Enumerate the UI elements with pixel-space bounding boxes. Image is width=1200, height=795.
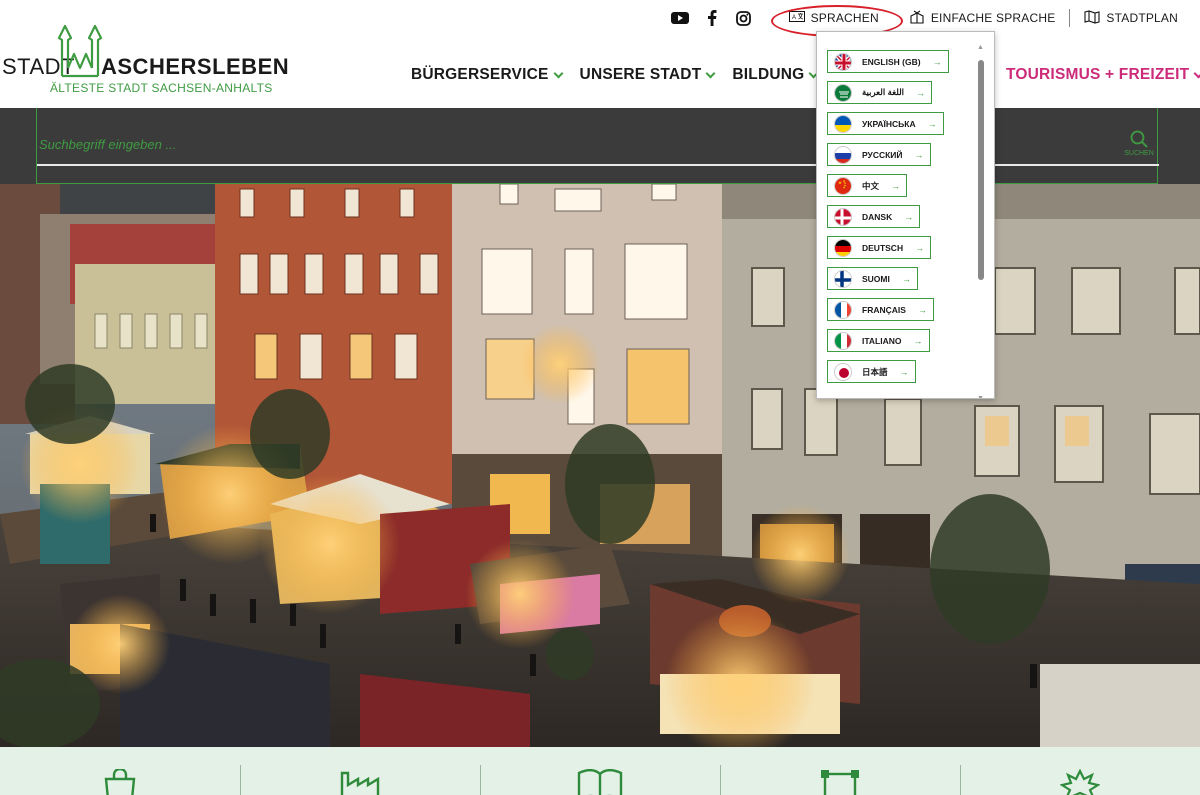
easy-language-label: EINFACHE SPRACHE (930, 11, 1056, 25)
flag-ua-icon (834, 114, 852, 133)
easy-language-icon (909, 9, 925, 28)
map-icon (1084, 9, 1100, 27)
open-book-icon (577, 769, 623, 795)
nav-unsere-stadt[interactable]: UNSERE STADT (579, 66, 716, 84)
shopping-bag-icon (104, 769, 136, 795)
instagram-icon[interactable] (735, 9, 753, 27)
scroll-up-icon[interactable]: ▲ (977, 44, 984, 51)
city-map-link[interactable]: STADTPLAN (1070, 9, 1192, 27)
flag-fi-icon (834, 269, 852, 288)
arrow-right-icon: → (904, 211, 914, 222)
flag-it-icon (834, 331, 852, 350)
language-label: ITALIANO (862, 335, 902, 346)
flag-sa-icon (834, 83, 852, 102)
hero-image (0, 184, 1200, 747)
language-list: ENGLISH (GB) → اللغة العربية → УКРАЇНСЬК… (827, 50, 977, 391)
scroll-down-icon[interactable]: ▼ (977, 395, 984, 398)
youtube-icon[interactable] (670, 9, 689, 27)
site-header: STADT ASCHERSLEBEN ÄLTESTE STADT SACHSEN… (0, 0, 1200, 108)
site-logo[interactable]: STADT ASCHERSLEBEN ÄLTESTE STADT SACHSEN… (0, 24, 289, 96)
quick-links-bar (0, 747, 1200, 795)
facebook-icon[interactable] (703, 9, 721, 27)
factory-icon (340, 771, 380, 795)
search-button-label: SUCHEN (1124, 150, 1154, 157)
arrow-right-icon: → (899, 366, 909, 377)
nav-label: BÜRGERSERVICE (411, 66, 549, 83)
language-option-english[interactable]: ENGLISH (GB) → (827, 50, 949, 73)
search-icon (1130, 130, 1148, 148)
flag-cn-icon (834, 176, 852, 195)
scrollbar-thumb[interactable] (978, 60, 984, 280)
nav-buergerservice[interactable]: BÜRGERSERVICE (411, 66, 563, 84)
language-option-arabic[interactable]: اللغة العربية → (827, 81, 933, 104)
language-dropdown: ENGLISH (GB) → اللغة العربية → УКРАЇНСЬК… (816, 31, 995, 399)
frame-icon (821, 770, 859, 795)
arrow-right-icon: → (915, 242, 925, 253)
logo-towers-icon (56, 24, 104, 80)
arrow-right-icon: → (913, 335, 923, 346)
arrow-right-icon: → (917, 304, 927, 315)
arrow-right-icon: → (891, 180, 901, 191)
language-option-ukrainian[interactable]: УКРАЇНСЬКА → (827, 112, 944, 135)
languages-button[interactable]: A SPRACHEN (770, 5, 903, 37)
language-label: РУССКИЙ (862, 149, 903, 160)
page: STADT ASCHERSLEBEN ÄLTESTE STADT SACHSEN… (0, 0, 1200, 795)
language-option-russian[interactable]: РУССКИЙ → (827, 143, 931, 166)
quick-link-education[interactable] (480, 747, 720, 795)
language-label: SUOMI (862, 273, 890, 284)
language-label: FRANÇAIS (862, 304, 906, 315)
language-option-italian[interactable]: ITALIANO → (827, 329, 930, 352)
language-option-japanese[interactable]: 日本語 → (827, 360, 916, 383)
search-band: SUCHEN (0, 108, 1200, 184)
arrow-right-icon: → (914, 149, 924, 160)
city-map-label: STADTPLAN (1106, 11, 1178, 25)
language-label: УКРАЇНСЬКА (862, 118, 916, 129)
nav-label: UNSERE STADT (579, 66, 702, 83)
nav-tourismus-freizeit[interactable]: TOURISMUS + FREIZEIT (1006, 66, 1200, 84)
quick-link-events[interactable] (960, 747, 1200, 795)
arrow-right-icon: → (932, 56, 942, 67)
flag-jp-icon (834, 362, 852, 381)
arrow-right-icon: → (927, 118, 937, 129)
dropdown-scrollbar[interactable]: ▲ ▼ (977, 44, 984, 398)
language-label: اللغة العربية (862, 87, 905, 97)
language-label: DANSK (862, 211, 893, 222)
easy-language-link[interactable]: EINFACHE SPRACHE (895, 9, 1070, 28)
logo-name: ASCHERSLEBEN (101, 54, 290, 79)
flag-dk-icon (834, 207, 852, 226)
language-label: 日本語 (862, 366, 888, 377)
language-label: ENGLISH (GB) (862, 56, 921, 67)
arrow-right-icon: → (901, 273, 911, 284)
flag-gb-icon (834, 52, 852, 71)
quick-link-economy[interactable] (240, 747, 480, 795)
chevron-down-icon (705, 68, 716, 78)
language-label: 中文 (862, 180, 880, 191)
flag-fr-icon (834, 300, 852, 319)
language-option-german[interactable]: DEUTSCH → (827, 236, 932, 259)
top-utility-bar: A SPRACHEN EINFACHE SPRACHE STADTPLAN (670, 5, 1192, 37)
language-option-french[interactable]: FRANÇAIS → (827, 298, 934, 321)
nav-label: TOURISMUS + FREIZEIT (1006, 66, 1190, 83)
quick-link-city-map[interactable] (720, 747, 960, 795)
quick-link-shopping[interactable] (0, 747, 240, 795)
flag-de-icon (834, 238, 852, 257)
nav-bildung[interactable]: BILDUNG (732, 66, 819, 84)
logo-tagline: ÄLTESTE STADT SACHSEN-ANHALTS (50, 81, 273, 95)
nav-label: BILDUNG (732, 66, 805, 83)
main-navigation: BÜRGERSERVICE UNSERE STADT BILDUNG WI TO… (411, 64, 1200, 86)
search-button[interactable]: SUCHEN (1121, 130, 1157, 162)
language-label: DEUTSCH (862, 242, 904, 253)
chevron-down-icon (553, 68, 563, 78)
arrow-right-icon: → (916, 87, 926, 98)
language-option-finnish[interactable]: SUOMI → (827, 267, 918, 290)
chevron-down-icon (1193, 68, 1200, 78)
social-links (670, 9, 753, 27)
star-burst-icon (1060, 769, 1100, 795)
flag-ru-icon (834, 145, 852, 164)
language-option-danish[interactable]: DANSK → (827, 205, 921, 228)
language-option-chinese[interactable]: 中文 → (827, 174, 908, 197)
